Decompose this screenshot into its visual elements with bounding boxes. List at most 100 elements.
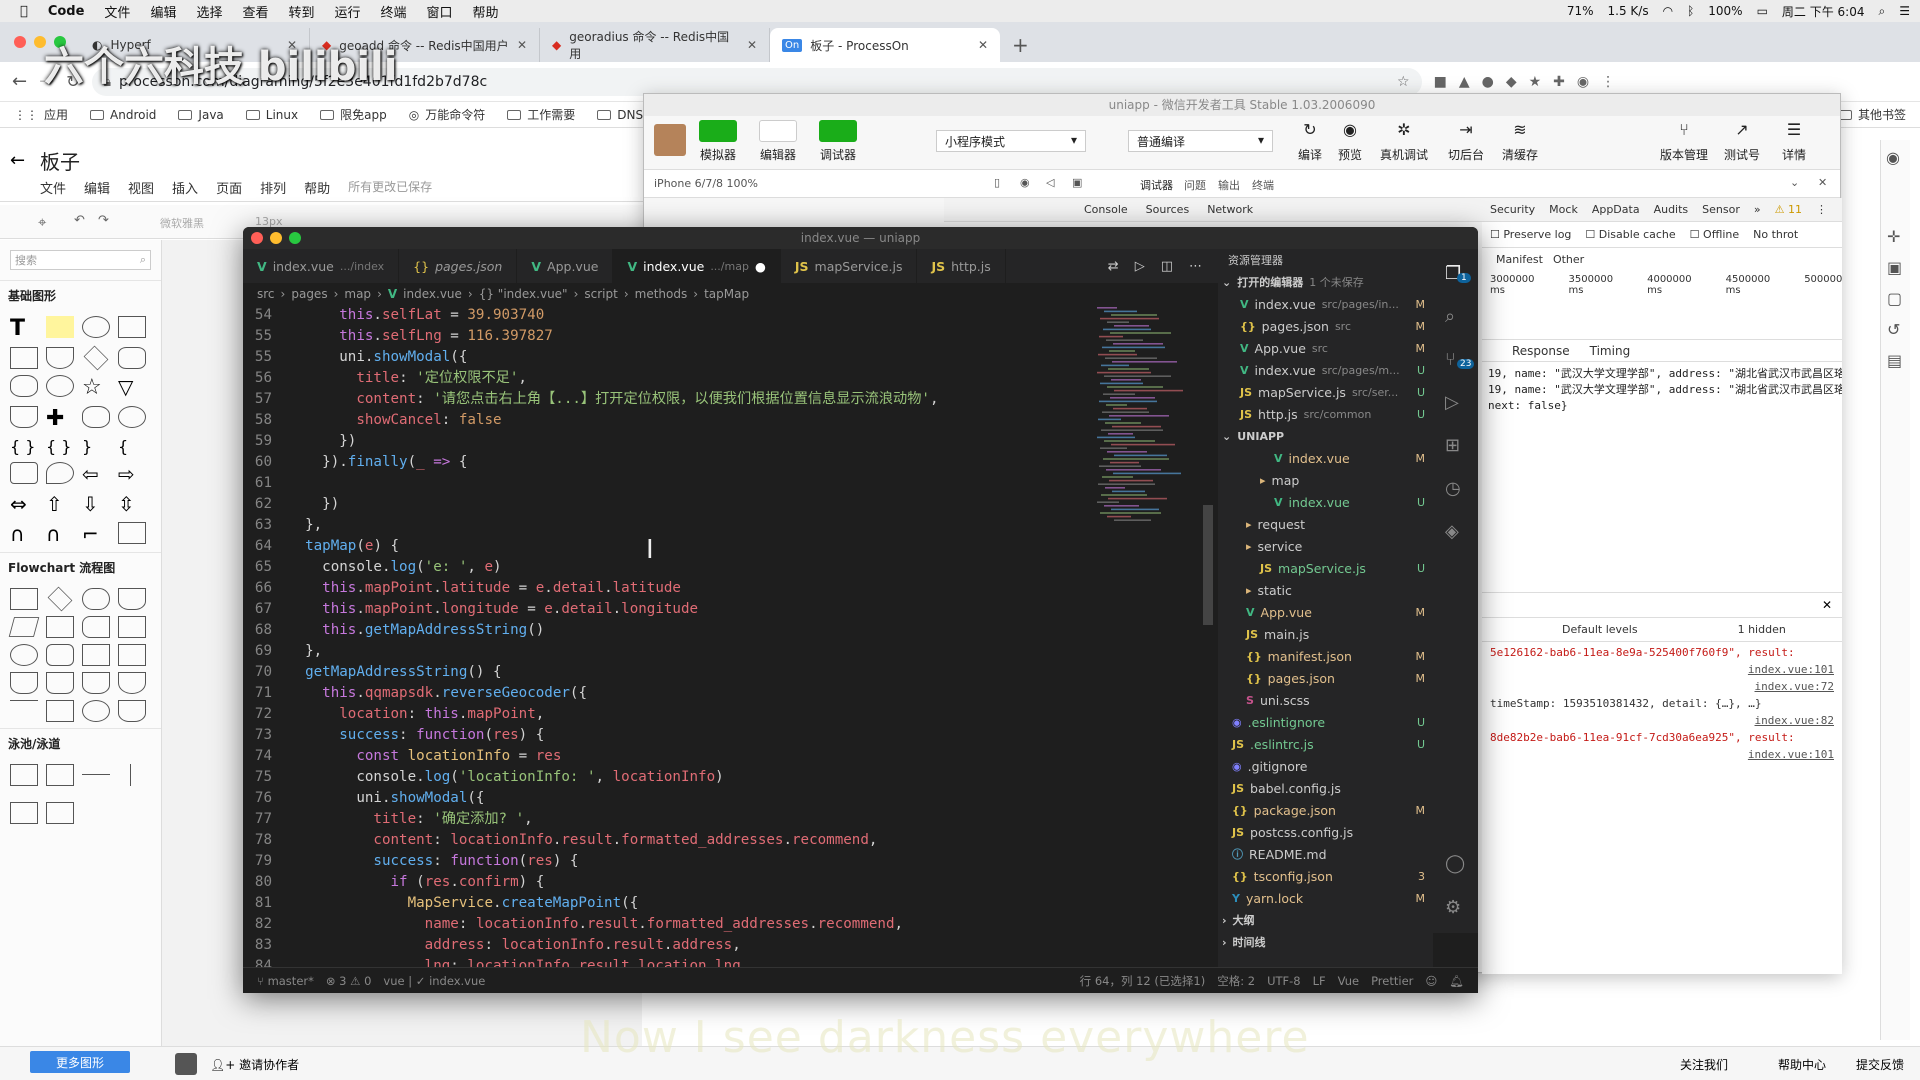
triangle-shape[interactable] <box>46 347 74 369</box>
section-flowchart[interactable]: Flowchart 流程图 <box>0 552 161 582</box>
code-line[interactable]: 77 title: '确定添加? ', <box>243 809 1218 830</box>
open-editor-item[interactable]: JS mapService.js src/ser... U <box>1218 381 1433 403</box>
stored-data-shape[interactable] <box>82 616 110 638</box>
page-title[interactable]: 板子 <box>40 146 80 175</box>
editor-scrollbar[interactable] <box>1203 505 1213 625</box>
tree-item[interactable]: JS mapService.js U <box>1218 557 1433 579</box>
tree-item[interactable]: JS postcss.config.js <box>1218 821 1433 843</box>
code-line[interactable]: 58 showCancel: false <box>243 410 1218 431</box>
extension-icon[interactable]: ▲ <box>1459 74 1470 90</box>
encoding-status[interactable]: UTF-8 <box>1267 974 1301 988</box>
editor-tab-active[interactable]: Vindex.vue .../map ● <box>613 249 781 283</box>
circle-shape[interactable] <box>82 316 110 338</box>
code-line[interactable]: 64 tapMap(e) { <box>243 536 1218 557</box>
follow-us-link[interactable]: 关注我们 <box>1680 1056 1728 1073</box>
tree-item[interactable]: V App.vue M <box>1218 601 1433 623</box>
callout-shape[interactable] <box>46 462 74 484</box>
ellipse-shape[interactable] <box>118 406 146 428</box>
apple-icon[interactable]:  <box>20 4 28 19</box>
updown-arrow-shape-icon[interactable]: ⇳ <box>118 492 150 516</box>
open-editor-item[interactable]: {} pages.json src M <box>1218 315 1433 337</box>
vertical-pool-shape[interactable] <box>10 764 38 786</box>
warning-count[interactable]: ⚠ 11 <box>1775 203 1802 216</box>
menu-terminal[interactable]: 终端 <box>381 2 407 21</box>
editor-tab[interactable]: JS http.js <box>917 249 1006 283</box>
tree-item[interactable]: {} pages.json M <box>1218 667 1433 689</box>
extensions-icon[interactable]: ⊞ <box>1445 435 1478 456</box>
menu-file[interactable]: 文件 <box>104 2 130 21</box>
manual-input-shape[interactable] <box>82 644 110 666</box>
extension-icon[interactable]: ■ <box>1434 74 1447 90</box>
debugger-button[interactable]: 调试器 <box>814 120 862 163</box>
new-tab-button[interactable]: + <box>1000 28 1041 62</box>
corner-shape-icon[interactable]: ⌐ <box>82 522 114 546</box>
tree-item[interactable]: ▸ map <box>1218 469 1433 491</box>
hexagon-shape[interactable] <box>10 375 38 397</box>
page-icon[interactable]: ▢ <box>1887 289 1904 308</box>
battery-level[interactable]: 100% <box>1708 4 1742 18</box>
tree-item[interactable]: JS babel.config.js <box>1218 777 1433 799</box>
document-shape[interactable] <box>10 406 38 428</box>
horizontal-pool-shape[interactable] <box>10 802 38 824</box>
filter-other[interactable]: Other <box>1553 253 1584 266</box>
decision-shape[interactable] <box>47 586 73 612</box>
pentagon-shape[interactable] <box>118 347 146 369</box>
bookmark-link[interactable]: ◎ 万能命令符 <box>409 106 486 123</box>
feedback-link[interactable]: 提交反馈 <box>1856 1056 1904 1073</box>
code-line[interactable]: 73 success: function(res) { <box>243 725 1218 746</box>
code-line[interactable]: 76 uni.showModal({ <box>243 788 1218 809</box>
rect-shape[interactable] <box>118 522 146 544</box>
tree-item[interactable]: ▸ static <box>1218 579 1433 601</box>
tree-item[interactable]: Vindex.vue M <box>1218 447 1433 469</box>
annotation-shape[interactable] <box>10 700 38 722</box>
device-select[interactable]: iPhone 6/7/8 100% <box>654 177 758 190</box>
tree-item[interactable]: {} tsconfig.json 3 <box>1218 865 1433 887</box>
console-source-link[interactable]: index.vue:82 <box>1490 712 1834 729</box>
gear-icon[interactable]: ⚙ <box>1445 897 1461 918</box>
menu-run[interactable]: 运行 <box>335 2 361 21</box>
display-shape[interactable] <box>46 644 74 666</box>
tree-item[interactable]: JS .eslintrc.js U <box>1218 733 1433 755</box>
bracket-shape-icon[interactable]: { <box>118 437 150 456</box>
open-editor-item[interactable]: Vindex.vue src/pages/in... M <box>1218 293 1433 315</box>
back-icon[interactable]: ← <box>12 71 27 92</box>
breadcrumb-item[interactable]: pages <box>291 287 327 301</box>
tape-shape[interactable] <box>10 672 38 694</box>
horizontal-lane-shape[interactable] <box>46 802 74 824</box>
bookmark-apps[interactable]: ⋮⋮ 应用 <box>14 106 68 123</box>
trapezoid-shape[interactable] <box>82 672 110 694</box>
code-line[interactable]: 68 this.getMapAddressString() <box>243 620 1218 641</box>
bookmark-folder[interactable]: DNS <box>597 108 643 122</box>
menu-window[interactable]: 窗口 <box>427 2 453 21</box>
offline-checkbox[interactable]: ☐ Offline <box>1690 228 1739 241</box>
menu-list-icon[interactable]: ☰ <box>1899 4 1910 18</box>
timeline-header[interactable]: › 时间线 <box>1218 931 1433 953</box>
connector-shape[interactable] <box>10 644 38 666</box>
tree-item[interactable]: ▸ service <box>1218 535 1433 557</box>
uturn-shape-icon[interactable]: ∩ <box>46 522 78 546</box>
phone-icon[interactable]: ▯ <box>994 176 1000 189</box>
bookmark-folder[interactable]: 工作需要 <box>507 106 575 123</box>
puzzle-icon[interactable]: ✚ <box>1553 74 1565 90</box>
loop-shape[interactable] <box>118 700 146 722</box>
bell-icon[interactable]: 🔔︎ <box>1449 974 1464 988</box>
code-line[interactable]: 79 success: function(res) { <box>243 851 1218 872</box>
compile-select[interactable]: 普通编译 ▾ <box>1128 130 1273 152</box>
menu-item[interactable]: 视图 <box>128 178 154 197</box>
manual-op-shape[interactable] <box>46 672 74 694</box>
simulator-button[interactable]: 模拟器 <box>694 120 742 163</box>
wifi-icon[interactable]: ◠ <box>1663 4 1673 18</box>
code-line[interactable]: 72 location: this.mapPoint, <box>243 704 1218 725</box>
version-button[interactable]: ⑂ 版本管理 <box>1654 120 1714 163</box>
more-icon[interactable]: ⋮ <box>1816 203 1827 216</box>
account-icon[interactable]: ◯ <box>1445 853 1465 874</box>
remote-debug-button[interactable]: ✲ 真机调试 <box>1374 120 1434 163</box>
test-account-button[interactable]: ↗ 测试号 <box>1718 120 1766 163</box>
breadcrumb-item[interactable]: script <box>584 287 617 301</box>
bookmark-folder[interactable]: 限免app <box>320 106 387 123</box>
style-icon[interactable]: ✛ <box>1887 227 1904 246</box>
internal-storage-shape[interactable] <box>118 616 146 638</box>
code-line[interactable]: 74 const locationInfo = res <box>243 746 1218 767</box>
cpu-meter[interactable]: 71% <box>1567 4 1594 18</box>
code-line[interactable]: 80 if (res.confirm) { <box>243 872 1218 893</box>
